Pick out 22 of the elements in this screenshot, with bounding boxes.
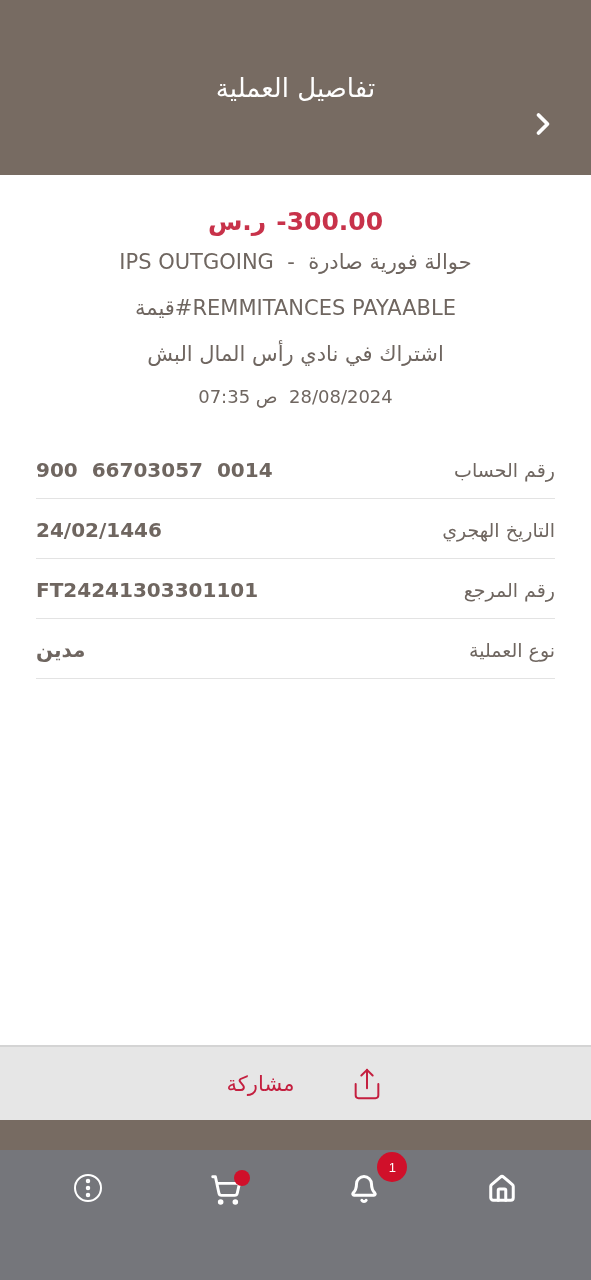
detail-value: 900 66703057 0014 [36,457,273,482]
notification-badge: 1 [377,1152,408,1182]
transaction-datetime: 28/08/2024 ص 07:35 [198,385,393,410]
home-icon [487,1174,518,1204]
description-line: حوالة فورية صادرة - IPS OUTGOING [119,249,472,276]
page-title: تفاصيل العملية [215,72,376,103]
cart-icon [209,1174,242,1206]
description-line: قيمة#REMMITANCES PAYAABLE [135,295,456,322]
detail-value: مدين [36,637,86,662]
detail-label: التاريخ الهجري [442,518,555,541]
detail-value: 24/02/1446 [36,517,162,542]
detail-label: رقم المرجع [463,578,555,601]
currency-label: ر.س [207,206,267,238]
amount: -300.00 [276,206,384,238]
bell-icon [349,1174,380,1204]
nav-button[interactable]: 1 [317,1152,412,1208]
detail-value: FT24241303301101 [36,577,259,602]
detail-label: رقم الحساب [454,458,555,481]
share-button[interactable]: مشاركة [226,1066,385,1101]
more-icon [73,1174,102,1202]
description-line: اشتراك في نادي رأس المال البش [147,339,444,368]
detail-label: نوع العملية [469,638,555,661]
